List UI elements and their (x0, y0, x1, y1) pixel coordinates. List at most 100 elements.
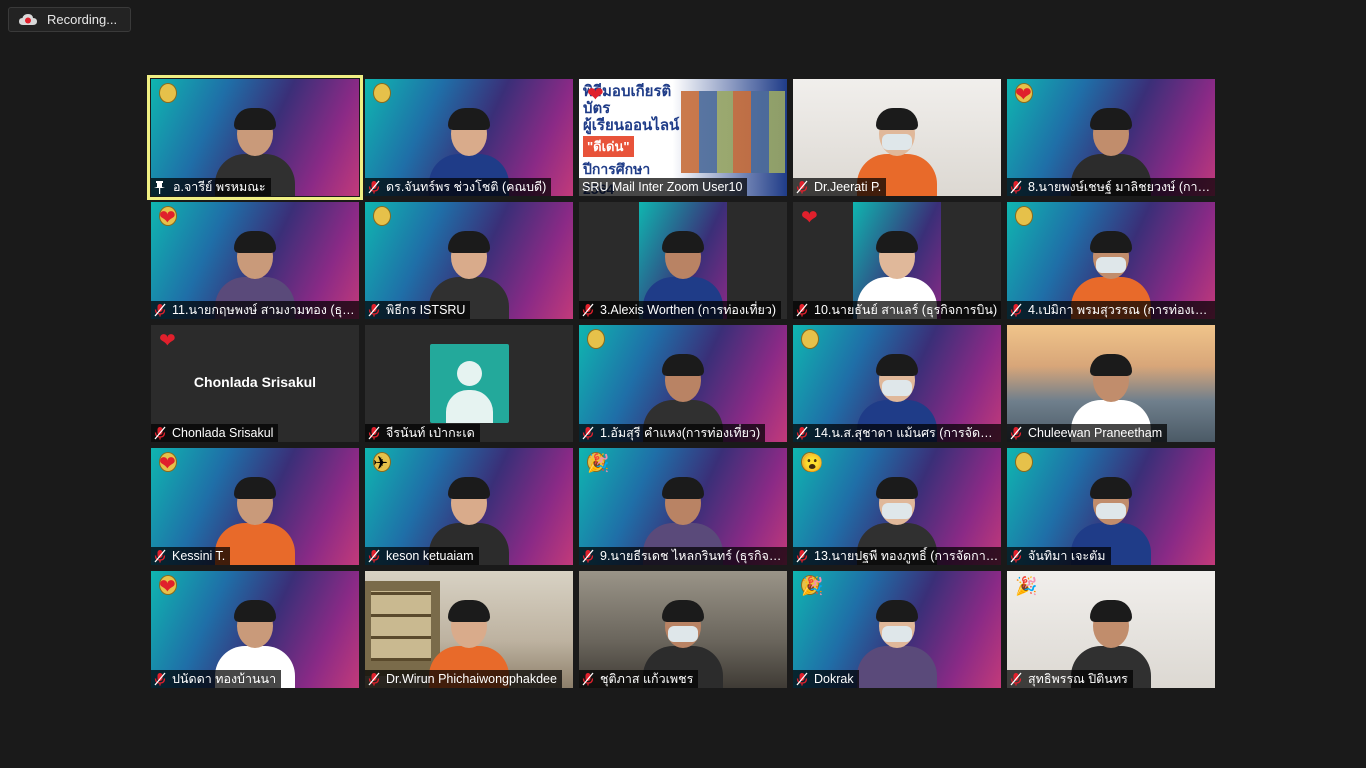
participant-name: Dr.Wirun Phichaiwongphakdee (386, 672, 557, 686)
mic-muted-icon (582, 672, 594, 686)
participant-name-label: 9.นายธีรเดช ไหลกรินทร์ (ธุรกิจกา... (579, 547, 787, 565)
participant-tile[interactable]: ❤ 8.นายพงษ์เชษฐ์ มาลิชยวงษ์ (การโร... (1007, 79, 1215, 196)
mic-muted-icon (1010, 426, 1022, 440)
participant-tile[interactable]: 🎉 9.นายธีรเดช ไหลกรินทร์ (ธุรกิจกา... (579, 448, 787, 565)
participant-name-label: ดร.จันทร์พร ช่วงโชติ (คณบดี) (365, 178, 552, 196)
cloud-record-icon (19, 13, 37, 27)
university-logo-icon (587, 329, 605, 349)
participant-name-label: Dokrak (793, 670, 859, 688)
mic-muted-icon (154, 303, 166, 317)
participant-name-label: จันทิมา เจะตัม (1007, 547, 1111, 565)
participant-tile[interactable]: ❤ 10.นายธันย์ สาแลร์ (ธุรกิจการบิน) (793, 202, 1001, 319)
mic-muted-icon (368, 303, 380, 317)
heart-icon: ❤ (587, 84, 604, 106)
mic-muted-icon (368, 426, 380, 440)
mic-muted-icon (154, 426, 166, 440)
gallery-view: อ.จารีย์ พรหมณะ ดร.จันทร์พร ช่วงโชติ (คณบ… (147, 75, 1215, 688)
participant-name-label: 14.น.ส.สุชาดา แม้นศร (การจัดการโ... (793, 424, 1001, 442)
participant-name-label: keson ketuaiam (365, 547, 479, 565)
participant-tile[interactable]: พิธีมอบเกียรติบัตร ผู้เรียนออนไลน์ "ดีเด่น… (579, 79, 787, 196)
party-icon: 🎉 (801, 576, 824, 596)
participant-name-label: 8.นายพงษ์เชษฐ์ มาลิชยวงษ์ (การโร... (1007, 178, 1215, 196)
participant-name-label: 1.อัมสุรี คำแหง(การท่องเที่ยว) (579, 424, 766, 442)
participant-name: Dr.Jeerati P. (814, 180, 882, 194)
participant-name-label: Chonlada Srisakul (151, 424, 279, 442)
participant-tile[interactable]: ❤ Kessini T. (151, 448, 359, 565)
participant-tile[interactable]: ชุติภาส แก้วเพชร (579, 571, 787, 688)
party-icon: 🎉 (1015, 576, 1038, 596)
participant-name-label: ชุติภาส แก้วเพชร (579, 670, 699, 688)
participant-name: สุทธิพรรณ ปิตินทร (1028, 672, 1128, 686)
participant-name-label: 3.Alexis Worthen (การท่องเที่ยว) (579, 301, 782, 319)
university-logo-icon (159, 83, 177, 103)
mic-muted-icon (368, 549, 380, 563)
participant-name: อ.จารีย์ พรหมณะ (173, 180, 266, 194)
participant-name: จันทิมา เจะตัม (1028, 549, 1106, 563)
participant-name: Dokrak (814, 672, 854, 686)
heart-icon: ❤ (159, 576, 176, 598)
mic-muted-icon (796, 672, 808, 686)
heart-icon: ❤ (159, 207, 176, 229)
mic-muted-icon (796, 426, 808, 440)
participant-tile[interactable]: 🎉 สุทธิพรรณ ปิตินทร (1007, 571, 1215, 688)
participant-tile[interactable]: 4.เปมิกา พรมสุวรรณ (การท่องเที่ยว) (1007, 202, 1215, 319)
participant-name-label: Chuleewan Praneetham (1007, 424, 1168, 442)
mic-muted-icon (368, 672, 380, 686)
mic-muted-icon (368, 180, 380, 194)
recording-indicator[interactable]: Recording... (8, 7, 131, 32)
participant-name: 3.Alexis Worthen (การท่องเที่ยว) (600, 303, 777, 317)
participant-tile[interactable]: พิธีกร ISTSRU (365, 202, 573, 319)
participant-name-label: พิธีกร ISTSRU (365, 301, 471, 319)
participant-tile[interactable]: จันทิมา เจะตัม (1007, 448, 1215, 565)
participant-tile[interactable]: อ.จารีย์ พรหมณะ (147, 75, 363, 200)
participant-name: 4.เปมิกา พรมสุวรรณ (การท่องเที่ยว) (1028, 303, 1214, 317)
participant-name-label: 11.นายกฤษพงษ์ สามงามทอง (ธุรกิ... (151, 301, 359, 319)
university-logo-icon (1015, 206, 1033, 226)
airplane-icon: ✈ (373, 453, 389, 473)
participant-tile[interactable]: ✈ keson ketuaiam (365, 448, 573, 565)
mic-muted-icon (582, 303, 594, 317)
participant-tile[interactable]: 😮 13.นายปฐพี ทองภูทธิ์ (การจัดการโ... (793, 448, 1001, 565)
pin-icon[interactable] (154, 180, 165, 194)
mic-muted-icon (1010, 180, 1022, 194)
participant-tile[interactable]: จีรนันท์ เป่ากะเด (365, 325, 573, 442)
participant-name: Chonlada Srisakul (172, 426, 274, 440)
participant-tile[interactable]: ดร.จันทร์พร ช่วงโชติ (คณบดี) (365, 79, 573, 196)
participant-name: 10.นายธันย์ สาแลร์ (ธุรกิจการบิน) (814, 303, 998, 317)
participant-name: พิธีกร ISTSRU (386, 303, 466, 317)
participant-tile[interactable]: Dr.Wirun Phichaiwongphakdee (365, 571, 573, 688)
participant-tile[interactable]: 1.อัมสุรี คำแหง(การท่องเที่ยว) (579, 325, 787, 442)
recording-label: Recording... (47, 12, 118, 27)
participant-tile[interactable]: Chonlada Srisakul ❤ Chonlada Srisakul (151, 325, 359, 442)
participant-name-label: Dr.Wirun Phichaiwongphakdee (365, 670, 562, 688)
university-logo-icon (1015, 452, 1033, 472)
banner-collage-image (681, 91, 785, 173)
participant-tile[interactable]: 🎉 Dokrak (793, 571, 1001, 688)
participant-tile[interactable]: ❤ ปนัดดา ทองบ้านนา (151, 571, 359, 688)
participant-name: 14.น.ส.สุชาดา แม้นศร (การจัดการโ... (814, 426, 1000, 440)
participant-name-label: จีรนันท์ เป่ากะเด (365, 424, 480, 442)
participant-name: 11.นายกฤษพงษ์ สามงามทอง (ธุรกิ... (172, 303, 358, 317)
participant-name: Kessini T. (172, 549, 226, 563)
participant-tile[interactable]: 14.น.ส.สุชาดา แม้นศร (การจัดการโ... (793, 325, 1001, 442)
participant-name: 9.นายธีรเดช ไหลกรินทร์ (ธุรกิจกา... (600, 549, 786, 563)
participant-name-label: ปนัดดา ทองบ้านนา (151, 670, 282, 688)
participant-name-label: Kessini T. (151, 547, 231, 565)
participant-tile[interactable]: Chuleewan Praneetham (1007, 325, 1215, 442)
heart-icon: ❤ (1015, 84, 1032, 106)
mic-muted-icon (796, 303, 808, 317)
mic-muted-icon (1010, 672, 1022, 686)
participant-tile[interactable]: 3.Alexis Worthen (การท่องเที่ยว) (579, 202, 787, 319)
mic-muted-icon (154, 549, 166, 563)
participant-name: 1.อัมสุรี คำแหง(การท่องเที่ยว) (600, 426, 761, 440)
mic-muted-icon (1010, 303, 1022, 317)
participant-name: ดร.จันทร์พร ช่วงโชติ (คณบดี) (386, 180, 547, 194)
participant-name-label: 10.นายธันย์ สาแลร์ (ธุรกิจการบิน) (793, 301, 1001, 319)
mic-muted-icon (582, 426, 594, 440)
participant-name: SRU Mail Inter Zoom User10 (582, 180, 743, 194)
default-avatar-icon (430, 344, 509, 423)
participant-tile[interactable]: Dr.Jeerati P. (793, 79, 1001, 196)
participant-video (852, 600, 942, 688)
mic-muted-icon (154, 672, 166, 686)
participant-tile[interactable]: ❤ 11.นายกฤษพงษ์ สามงามทอง (ธุรกิ... (151, 202, 359, 319)
